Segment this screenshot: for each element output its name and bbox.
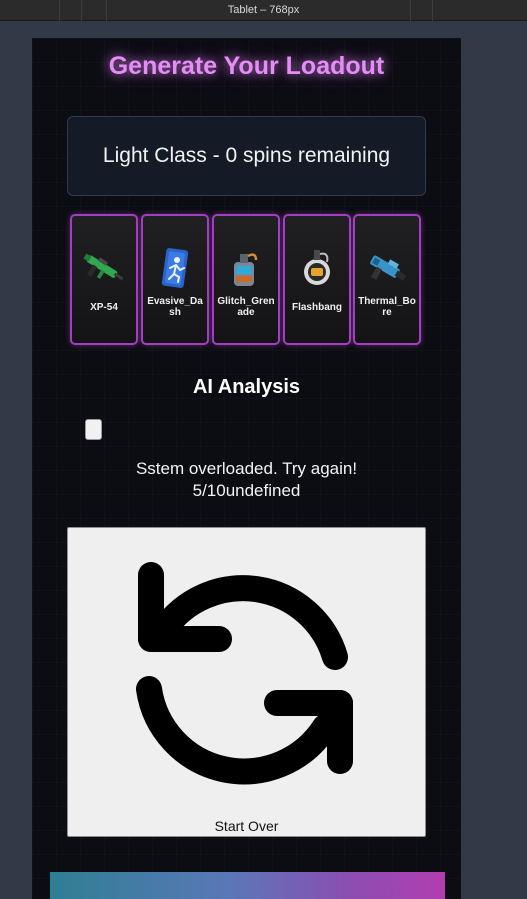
window-title: Tablet – 768px xyxy=(227,4,300,16)
dash-icon xyxy=(150,246,200,292)
analysis-message-line: Sstem overloaded. Try again! xyxy=(135,459,358,478)
refresh-icon xyxy=(136,562,353,785)
bottom-gradient-banner xyxy=(50,872,445,899)
analysis-checkbox[interactable] xyxy=(85,419,102,440)
loadout-card-label: Flashbang xyxy=(291,302,342,313)
class-status-panel: Light Class - 0 spins remaining xyxy=(67,116,426,196)
class-status-text: Light Class - 0 spins remaining xyxy=(102,144,391,167)
analysis-score: 5/10undefined xyxy=(192,481,301,500)
flashbang-icon xyxy=(292,246,342,292)
loadout-row: XP-54 Evasive_Dash Glitch_Grenade Flashb… xyxy=(70,212,424,348)
thermal-bore-icon xyxy=(362,246,412,292)
loadout-card-label: XP-54 xyxy=(90,302,118,313)
loadout-card-evasive-dash[interactable]: Evasive_Dash xyxy=(141,214,209,345)
analysis-message: Sstem overloaded. Try again! 5/10undefin… xyxy=(52,458,441,502)
loadout-card-label: Thermal_Bore xyxy=(358,296,416,318)
loadout-card-xp54[interactable]: XP-54 xyxy=(70,214,138,345)
page-title: Generate Your Loadout xyxy=(108,52,385,80)
window-tab-bar: Tablet – 768px xyxy=(0,0,527,21)
start-over-button[interactable]: Start Over xyxy=(67,527,426,837)
grenade-icon xyxy=(221,246,271,292)
loadout-card-label: Glitch_Grenade xyxy=(217,296,275,318)
loadout-card-glitch-grenade[interactable]: Glitch_Grenade xyxy=(212,214,280,345)
analysis-title: AI Analysis xyxy=(192,376,301,398)
start-over-label: Start Over xyxy=(214,818,279,834)
loadout-card-flashbang[interactable]: Flashbang xyxy=(283,214,351,345)
loadout-card-label: Evasive_Dash xyxy=(147,296,203,318)
smg-icon xyxy=(79,246,129,292)
device-frame: Generate Your Loadout Light Class - 0 sp… xyxy=(32,38,461,899)
loadout-card-thermal-bore[interactable]: Thermal_Bore xyxy=(353,214,421,345)
